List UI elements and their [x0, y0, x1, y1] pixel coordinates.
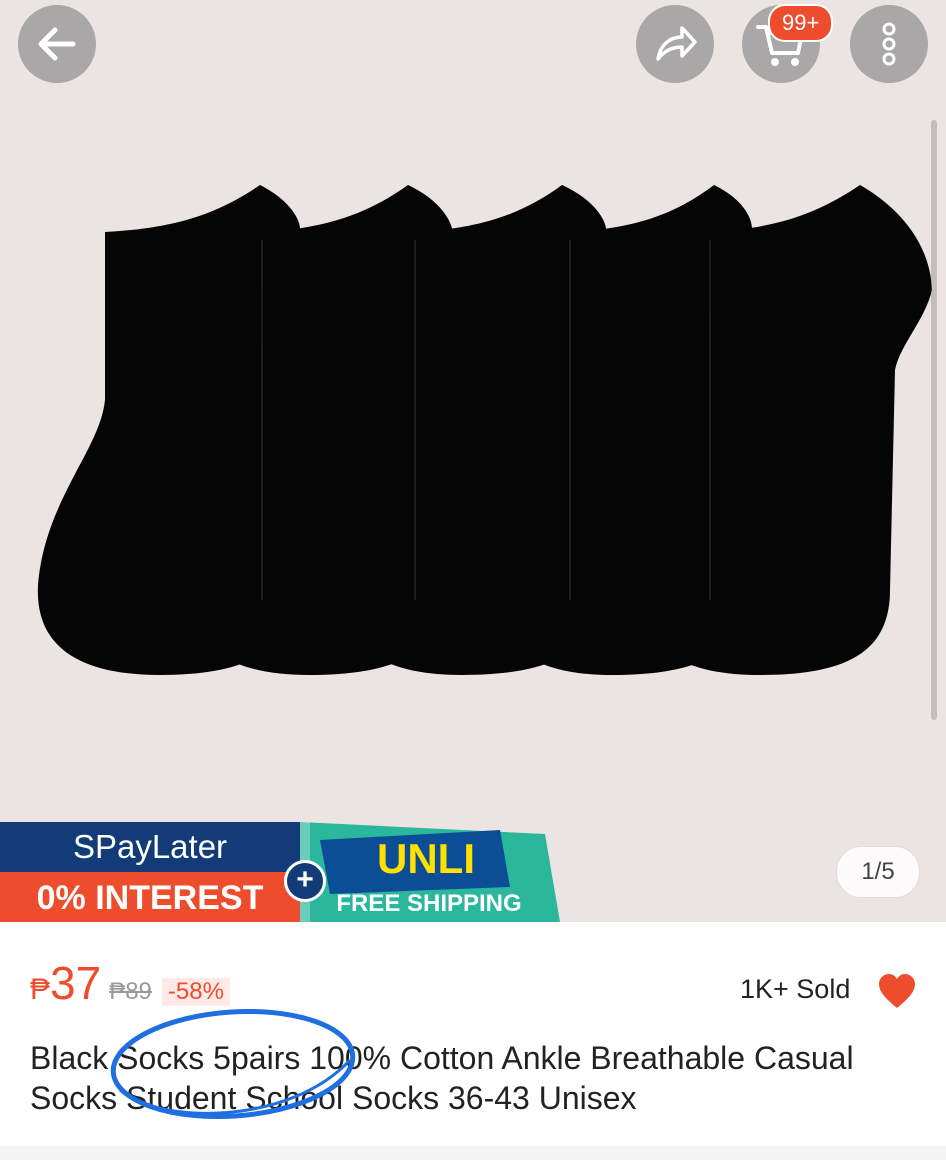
- share-arrow-icon: [656, 26, 697, 61]
- sold-count: 1K+ Sold: [740, 974, 851, 1004]
- currency-symbol: ₱: [30, 973, 51, 1006]
- original-price: ₱89: [109, 978, 152, 1005]
- scrollbar[interactable]: [931, 120, 937, 720]
- product-image-gallery[interactable]: 99+: [0, 0, 946, 922]
- discount-badge: -58%: [161, 978, 230, 1006]
- unli-label: UNLI: [377, 835, 475, 882]
- back-button[interactable]: [18, 5, 96, 83]
- heart-icon[interactable]: [876, 972, 918, 1010]
- arrow-left-icon: [38, 27, 76, 61]
- section-divider: [0, 1146, 946, 1160]
- share-button[interactable]: [636, 5, 714, 83]
- product-title: Black Socks 5pairs 100% Cotton Ankle Bre…: [30, 1040, 854, 1116]
- more-vertical-icon: [882, 22, 896, 66]
- plus-icon: +: [284, 860, 326, 902]
- more-button[interactable]: [850, 5, 928, 83]
- current-price: ₱37: [30, 956, 101, 1010]
- price-value: 37: [50, 957, 102, 1009]
- image-counter: 1/5: [836, 846, 920, 898]
- product-image: [37, 185, 932, 675]
- spaylater-label: SPayLater: [0, 822, 300, 872]
- interest-label: 0% INTEREST: [0, 872, 300, 922]
- cart-badge: 99+: [768, 4, 834, 42]
- free-shipping-label: FREE SHIPPING: [336, 890, 522, 917]
- price-row: ₱37 ₱89 -58%: [30, 956, 230, 1016]
